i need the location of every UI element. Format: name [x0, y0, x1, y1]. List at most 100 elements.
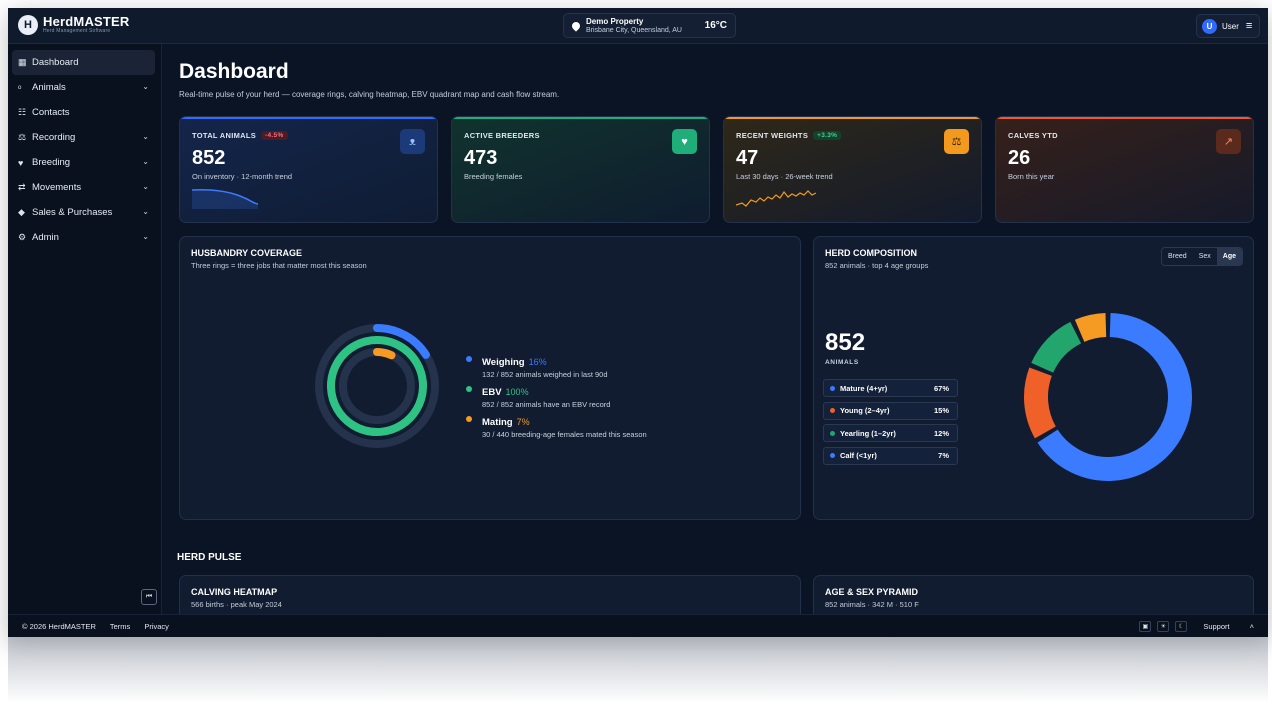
kpi-value: 473 [464, 147, 498, 169]
admin-icon: ⚙ [18, 232, 27, 242]
age-group-mature[interactable]: Mature (4+yr) 67% [823, 379, 958, 397]
kpi-active-breeders[interactable]: ACTIVE BREEDERS 473 Breeding females ♥ [451, 116, 710, 223]
chevron-up-icon: ˄ [1249, 622, 1254, 631]
menu-icon: ≡ [1245, 20, 1253, 32]
terms-link[interactable]: Terms [110, 622, 130, 631]
support-link[interactable]: Support [1203, 622, 1229, 631]
tab-sex[interactable]: Sex [1193, 248, 1217, 265]
age-group-calf[interactable]: Calf (<1yr) 7% [823, 446, 958, 465]
legend-item-ebv: EBV 100% 852 / 852 animals have an EBV re… [466, 382, 647, 412]
herd-composition-card: HERD COMPOSITION 852 animals · top 4 age… [813, 236, 1254, 520]
copyright: © 2026 HerdMASTER [22, 621, 96, 631]
sun-icon[interactable]: ☀ [1157, 621, 1170, 632]
page-subtitle: Real-time pulse of your herd — coverage … [179, 90, 560, 99]
legend-dot [830, 408, 835, 413]
kpi-value: 47 [736, 147, 759, 169]
sidebar-item-label: Animals [32, 82, 66, 93]
legend-pct: 7% [516, 417, 530, 427]
kpi-value: 26 [1008, 147, 1031, 169]
arrows-icon: ⇄ [18, 182, 26, 192]
legend-desc: 852 / 852 animals have an EBV record [482, 400, 611, 409]
trend-badge: +3.3% [813, 131, 842, 140]
card-subtitle: 852 animals · top 4 age groups [825, 261, 929, 270]
kpi-total-animals[interactable]: TOTAL ANIMALS -4.5% 852 On inventory · 1… [179, 116, 438, 223]
sidebar-item-recording[interactable]: ⚖ Recording ⌄ [8, 125, 161, 150]
kpi-subtitle: Last 30 days · 26-week trend [736, 172, 833, 181]
sidebar-item-admin[interactable]: ⚙ Admin ⌄ [8, 225, 161, 250]
legend-dot [466, 416, 472, 422]
card-title: CALVING HEATMAP [191, 587, 278, 597]
user-menu-button[interactable]: U User ≡ [1196, 14, 1260, 38]
logo-text: HerdMASTER [43, 14, 130, 29]
donut-slice[interactable] [1074, 313, 1107, 343]
sidebar-item-dashboard[interactable]: ▦ Dashboard [12, 50, 155, 75]
footer: © 2026 HerdMASTER Terms Privacy ▣ ☀ ☾ Su… [8, 614, 1268, 637]
logo[interactable]: H HerdMASTER Herd Management Software [18, 15, 130, 35]
card-subtitle: Three rings = three jobs that matter mos… [191, 261, 367, 270]
kpi-recent-weights[interactable]: RECENT WEIGHTS +3.3% 47 Last 30 days · 2… [723, 116, 982, 223]
trend-badge: -4.5% [261, 131, 288, 140]
tab-age[interactable]: Age [1216, 248, 1242, 265]
card-subtitle: 852 animals · 342 M · 510 F [825, 600, 919, 609]
kpi-value: 852 [192, 147, 226, 169]
chevron-down-icon: ⌄ [142, 82, 149, 91]
dashboard-icon: ▦ [18, 57, 27, 67]
scale-icon: ⚖ [944, 129, 969, 154]
legend-dot [830, 430, 835, 436]
sidebar-item-sales[interactable]: ◆ Sales & Purchases ⌄ [8, 200, 161, 225]
chevron-down-icon: ⌄ [142, 132, 149, 141]
chevron-down-icon: ⌄ [142, 232, 149, 241]
sidebar-item-animals[interactable]: ᵒ Animals ⌄ [8, 75, 161, 100]
property-name: Demo Property [586, 16, 644, 26]
legend-dot [466, 356, 472, 362]
age-group-young[interactable]: Young (2–4yr) 15% [823, 401, 958, 420]
kpi-label: TOTAL ANIMALS [192, 131, 257, 140]
location-pin-icon [570, 19, 582, 32]
collapse-sidebar-button[interactable]: ⏮ [141, 589, 157, 605]
kpi-calves-ytd[interactable]: CALVES YTD 26 Born this year ↗ [995, 116, 1254, 223]
legend-dot [830, 453, 835, 458]
age-label: Young (2–4yr) [840, 406, 890, 415]
husbandry-coverage-card: HUSBANDRY COVERAGE Three rings = three j… [179, 236, 801, 520]
card-subtitle: 566 births · peak May 2024 [191, 600, 282, 609]
chevron-down-icon: ⌄ [142, 157, 149, 166]
donut-slice[interactable] [1024, 367, 1057, 439]
kpi-label: ACTIVE BREEDERS [464, 131, 540, 140]
legend-name: Weighing [482, 357, 525, 368]
age-label: Mature (4+yr) [840, 383, 888, 393]
sidebar-item-breeding[interactable]: ♥ Breeding ⌄ [8, 150, 161, 175]
location-selector[interactable]: Demo Property Brisbane City, Queensland,… [563, 13, 736, 38]
legend-pct: 100% [505, 387, 529, 397]
legend-dot [466, 386, 472, 392]
reflection [8, 637, 1268, 720]
legend-pct: 16% [528, 357, 547, 367]
age-sex-pyramid-card: AGE & SEX PYRAMID 852 animals · 342 M · … [813, 575, 1254, 614]
privacy-link[interactable]: Privacy [144, 622, 169, 631]
sidebar-item-label: Admin [32, 232, 59, 243]
moon-icon[interactable]: ☾ [1175, 621, 1188, 632]
tab-breed[interactable]: Breed [1162, 248, 1193, 265]
kpi-subtitle: Breeding females [464, 172, 523, 181]
composition-toggle: Breed Sex Age [1161, 247, 1243, 266]
kpi-label: CALVES YTD [1008, 131, 1058, 140]
age-label: Yearling (1–2yr) [840, 428, 896, 438]
sidebar-item-label: Breeding [32, 157, 71, 168]
main-content: Dashboard Real-time pulse of your herd —… [162, 44, 1268, 614]
coverage-rings-chart [315, 324, 439, 448]
legend-desc: 132 / 852 animals weighed in last 90d [482, 370, 608, 379]
age-pct: 12% [933, 428, 949, 438]
sidebar-item-contacts[interactable]: ☷ Contacts [8, 100, 161, 125]
age-group-list: Mature (4+yr) 67% Young (2–4yr) 15% Yearli… [823, 379, 958, 469]
sparkline [736, 190, 816, 207]
age-label: Calf (<1yr) [840, 451, 877, 460]
app-window: H HerdMASTER Herd Management Software De… [8, 8, 1268, 637]
age-group-yearling[interactable]: Yearling (1–2yr) 12% [823, 424, 958, 442]
herd-composition-donut [1024, 313, 1192, 481]
monitor-icon[interactable]: ▣ [1139, 621, 1152, 632]
sidebar-item-label: Sales & Purchases [32, 207, 113, 218]
kpi-label: RECENT WEIGHTS [736, 131, 809, 140]
age-pct: 15% [933, 406, 949, 415]
calving-heatmap-card: CALVING HEATMAP 566 births · peak May 20… [179, 575, 801, 614]
donut-slice[interactable] [1031, 321, 1082, 374]
sidebar-item-movements[interactable]: ⇄ Movements ⌄ [8, 175, 161, 200]
